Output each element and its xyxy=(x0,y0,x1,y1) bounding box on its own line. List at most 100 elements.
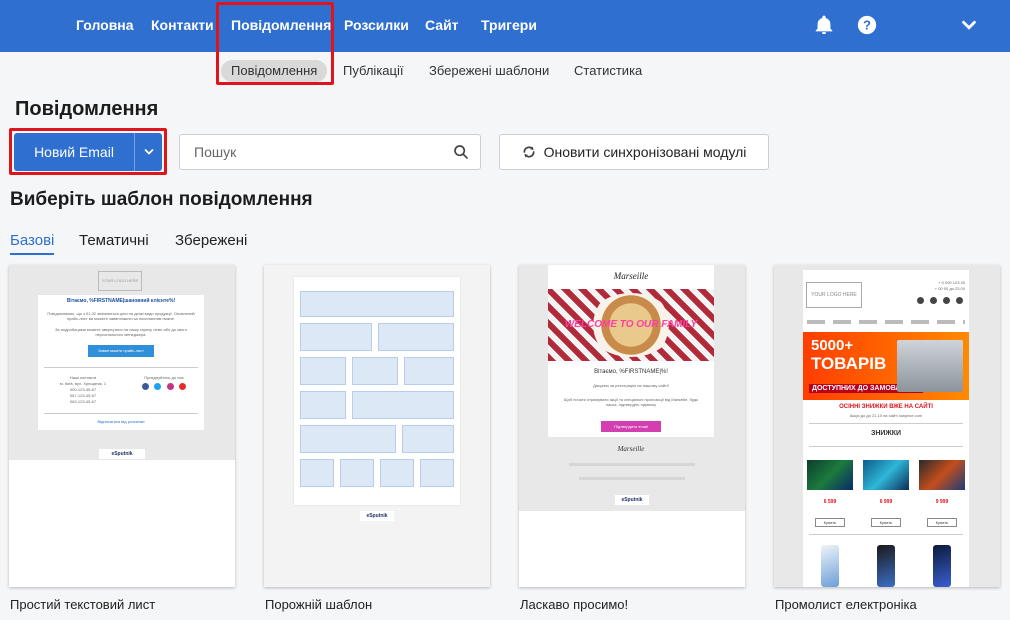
template-card-electronics-promo[interactable]: YOUR LOGO HERE + 0 000 123 45 + 00 00 до… xyxy=(774,265,1000,587)
preview-footer-logo: Marseille xyxy=(617,445,645,453)
preview-phone-3: 063-123-45-67 xyxy=(69,399,97,404)
preview-footer-text-line xyxy=(579,477,685,480)
template-card-welcome[interactable]: Marseille WELCOME TO OUR FAMILY Вітаємо,… xyxy=(519,265,745,587)
subnav-item-publications[interactable]: Публікації xyxy=(333,60,413,82)
preview-phone-2: 067-123-45-67 xyxy=(69,393,97,398)
subnav-item-statistics[interactable]: Статистика xyxy=(564,60,652,82)
block-placeholder xyxy=(378,323,454,351)
subnav-item-messages[interactable]: Повідомлення xyxy=(221,60,328,82)
block-placeholder xyxy=(380,459,414,487)
logo-placeholder: YOUR LOGO HERE xyxy=(98,271,142,291)
search-icon[interactable] xyxy=(453,144,469,160)
preview-letter: Marseille WELCOME TO OUR FAMILY Вітаємо,… xyxy=(548,265,714,437)
preview-phone-2: + 00 00 до 23 00 xyxy=(934,286,965,291)
new-email-dropdown[interactable] xyxy=(134,133,162,171)
tab-thematic[interactable]: Тематичні xyxy=(79,232,149,253)
preview-contacts-title: Наші контакти xyxy=(69,375,97,380)
block-placeholder xyxy=(352,357,398,385)
preview-blank-layout xyxy=(294,277,460,505)
preview-thanks: Дякуємо за реєстрацію на нашому сайті! xyxy=(593,383,669,388)
product-price-3: 9 999 xyxy=(935,499,949,505)
instagram-icon xyxy=(943,297,950,304)
preview-body: Щоб почати отримувати акції та спеціальн… xyxy=(563,397,699,407)
bell-icon[interactable] xyxy=(813,14,835,36)
preview-letter: YOUR LOGO HERE + 0 000 123 45 + 00 00 до… xyxy=(803,270,969,587)
preview-social-icons xyxy=(917,297,963,305)
nav-item-contacts[interactable]: Контакти xyxy=(151,0,214,52)
preview-social-title: Приєднуйтесь до нас xyxy=(144,375,184,380)
template-name-simple-text: Простий текстовий лист xyxy=(10,597,156,612)
nav-item-site[interactable]: Сайт xyxy=(425,0,459,52)
preview-divider xyxy=(809,423,963,424)
youtube-icon xyxy=(956,297,963,304)
nav-item-home[interactable]: Головна xyxy=(76,0,134,52)
preview-logo-marseille: Marseille xyxy=(613,271,649,281)
template-card-simple-text[interactable]: YOUR LOGO HERE Вітаємо, %FIRSTNAME|шанов… xyxy=(9,265,235,587)
preview-body-2: За подробицями можете звернутися на нашу… xyxy=(55,327,187,337)
preview-banner-text: WELCOME TO OUR FAMILY xyxy=(564,319,698,330)
svg-text:?: ? xyxy=(863,18,871,33)
block-placeholder xyxy=(402,425,454,453)
nav-item-messages[interactable]: Повідомлення xyxy=(231,0,331,52)
search-input[interactable] xyxy=(180,135,440,169)
block-placeholder xyxy=(352,391,454,419)
block-placeholder xyxy=(300,459,334,487)
block-placeholder xyxy=(340,459,374,487)
preview-divider-3 xyxy=(809,534,963,535)
preview-phone-1: 000-123-45-67 xyxy=(69,387,97,392)
new-email-label: Новий Email xyxy=(34,144,114,160)
facebook-icon xyxy=(917,297,924,304)
template-card-blank[interactable]: eSputnik xyxy=(264,265,490,587)
esputnik-badge: eSputnik xyxy=(360,511,394,521)
instagram-icon xyxy=(166,383,174,390)
block-placeholder xyxy=(300,323,372,351)
product-phone-3 xyxy=(933,545,951,587)
nav-item-triggers[interactable]: Тригери xyxy=(481,0,537,52)
preview-body: Повідомляємо, що з 01.02 змінюються ціни… xyxy=(47,311,195,321)
appliances-image xyxy=(897,340,963,392)
preview-unsubscribe: Відписатися від розсилки xyxy=(97,419,145,424)
template-name-blank: Порожній шаблон xyxy=(265,597,373,612)
page-title: Повідомлення xyxy=(15,98,159,120)
preview-letter: Вітаємо, %FIRSTNAME|шановний клієнте%! П… xyxy=(38,295,204,430)
top-navigation: Головна Контакти Повідомлення Розсилки С… xyxy=(0,0,1010,52)
preview-footer-text-line xyxy=(569,463,695,466)
product-buy-button-1: Купить xyxy=(815,518,845,527)
tab-saved[interactable]: Збережені xyxy=(175,232,247,253)
template-name-electronics-promo: Промолист електроніка xyxy=(775,597,917,612)
twitter-icon xyxy=(154,383,162,390)
preview-sale-title: ОСІННІ ЗНИЖКИ ВЖЕ НА САЙТІ xyxy=(839,404,933,410)
esputnik-badge: eSputnik xyxy=(615,495,649,505)
nav-item-campaigns[interactable]: Розсилки xyxy=(344,0,409,52)
preview-greeting: Вітаємо, %FIRSTNAME|%! xyxy=(594,369,668,375)
product-buy-button-3: Купить xyxy=(927,518,957,527)
search-box xyxy=(179,134,481,170)
new-email-button[interactable]: Новий Email xyxy=(14,133,162,171)
logo-placeholder: YOUR LOGO HERE xyxy=(806,282,862,308)
subnav-item-saved-templates[interactable]: Збережені шаблони xyxy=(419,60,559,82)
block-placeholder xyxy=(300,291,454,317)
preview-greeting: Вітаємо, %FIRSTNAME|шановний клієнте%! xyxy=(66,298,176,304)
product-buy-button-2: Купить xyxy=(871,518,901,527)
product-phone-2 xyxy=(877,545,895,587)
account-menu-chevron-icon[interactable] xyxy=(958,14,980,36)
preview-menu-row xyxy=(807,320,965,324)
sync-modules-button[interactable]: Оновити синхронізовані модулі xyxy=(499,134,769,170)
product-tv-2 xyxy=(863,460,909,490)
tab-basic[interactable]: Базові xyxy=(10,232,55,255)
product-tv-3 xyxy=(919,460,965,490)
block-placeholder xyxy=(404,357,454,385)
preview-divider xyxy=(44,367,198,368)
product-phone-1 xyxy=(821,545,839,587)
preview-promo-banner: 5000+ ТОВАРІВ ДОСТУПНИХ ДО ЗАМОВЛЕННЯ xyxy=(803,332,969,400)
help-icon[interactable]: ? xyxy=(856,14,878,36)
preview-discounts-title: ЗНИЖКИ xyxy=(870,430,902,437)
sync-modules-label: Оновити синхронізовані модулі xyxy=(543,144,747,160)
preview-download-button: Завантажити прайс-лист xyxy=(88,345,154,357)
facebook-icon xyxy=(142,383,149,390)
preview-social-icons xyxy=(142,383,186,391)
preview-phone-1: + 0 000 123 45 xyxy=(938,280,965,285)
product-price-2: 6 999 xyxy=(879,499,893,505)
block-placeholder xyxy=(300,391,346,419)
preview-sale-subtitle: Акція до до 21.10 на сайті lowprice.com xyxy=(849,413,923,418)
